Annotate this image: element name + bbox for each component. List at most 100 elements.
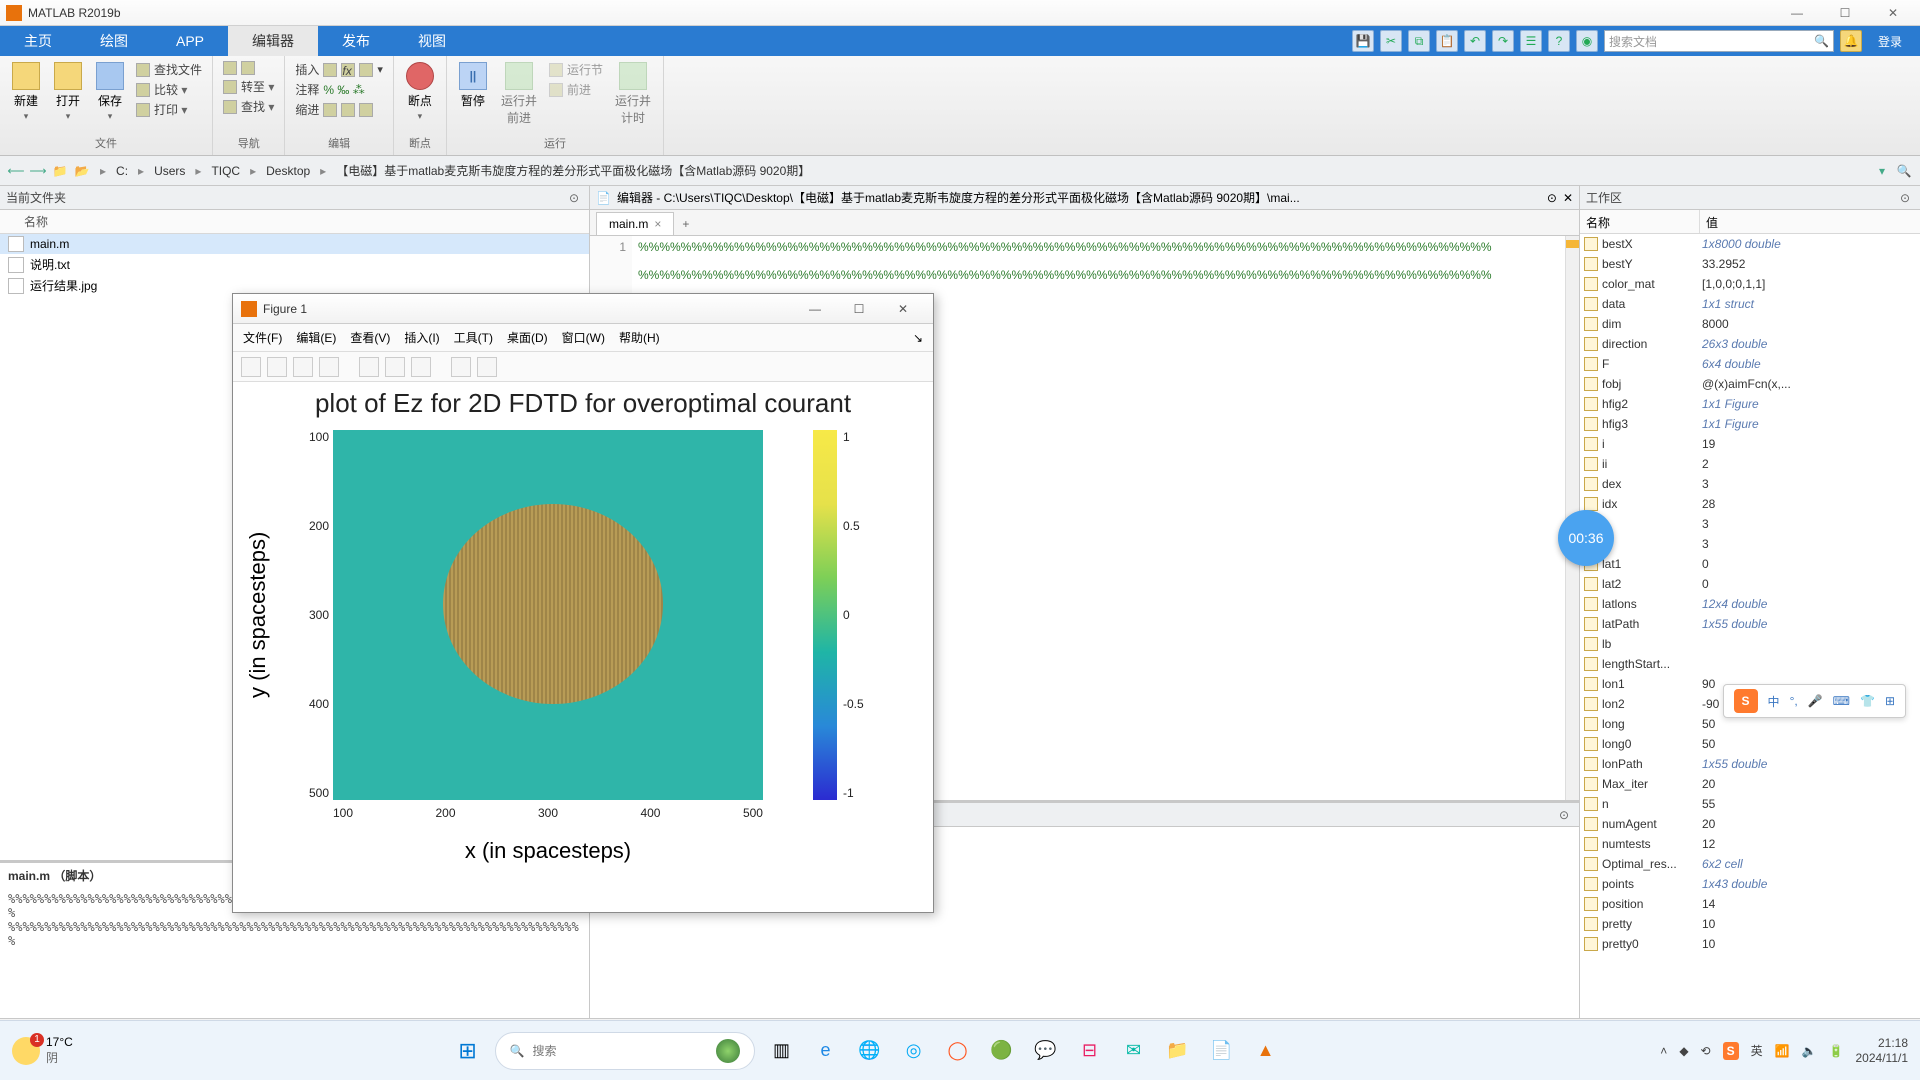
- ime-toolbar[interactable]: S 中 °, 🎤 ⌨ 👕 ⊞: [1723, 684, 1906, 718]
- workspace-row[interactable]: hfig31x1 Figure: [1580, 414, 1920, 434]
- compare-button[interactable]: 比较: [134, 80, 204, 99]
- workspace-row[interactable]: idx28: [1580, 494, 1920, 514]
- workspace-row[interactable]: data1x1 struct: [1580, 294, 1920, 314]
- tab-app[interactable]: APP: [152, 26, 228, 56]
- figure-menu-window[interactable]: 窗口(W): [562, 329, 605, 346]
- run-time-button[interactable]: 运行并 计时: [611, 60, 655, 128]
- workspace-row[interactable]: numtests12: [1580, 834, 1920, 854]
- tab-home[interactable]: 主页: [0, 26, 76, 56]
- figure-menu-insert[interactable]: 插入(I): [404, 329, 439, 346]
- print-button[interactable]: 打印: [134, 100, 204, 119]
- link-icon[interactable]: [385, 357, 405, 377]
- workspace-row[interactable]: position14: [1580, 894, 1920, 914]
- undo-icon[interactable]: ↶: [1464, 30, 1486, 52]
- workspace-row[interactable]: n55: [1580, 794, 1920, 814]
- comment-button[interactable]: 注释 % ‰ ⁂: [293, 80, 385, 99]
- tab-editor[interactable]: 编辑器: [228, 26, 318, 56]
- copy-icon[interactable]: ⧉: [1408, 30, 1430, 52]
- figure-menu-help[interactable]: 帮助(H): [619, 329, 660, 346]
- workspace-row[interactable]: dex3: [1580, 474, 1920, 494]
- tray-battery-icon[interactable]: 🔋: [1829, 1044, 1844, 1058]
- workspace-row[interactable]: long050: [1580, 734, 1920, 754]
- breakpoints-button[interactable]: 断点▾: [402, 60, 438, 124]
- new-fig-icon[interactable]: [241, 357, 261, 377]
- workspace-row[interactable]: bestX1x8000 double: [1580, 234, 1920, 254]
- workspace-row[interactable]: j3: [1580, 514, 1920, 534]
- notification-icon[interactable]: 🔔: [1840, 30, 1862, 52]
- app-icon[interactable]: ⊟: [1073, 1034, 1107, 1068]
- pause-button[interactable]: ||暂停: [455, 60, 491, 111]
- open-fig-icon[interactable]: [267, 357, 287, 377]
- folder-icon[interactable]: 📂: [74, 163, 90, 179]
- save-button[interactable]: 保存▾: [92, 60, 128, 124]
- taskview-icon[interactable]: ▥: [765, 1034, 799, 1068]
- print-fig-icon[interactable]: [319, 357, 339, 377]
- figure-window[interactable]: Figure 1 — ☐ ✕ 文件(F) 编辑(E) 查看(V) 插入(I) 工…: [232, 293, 934, 913]
- find-button[interactable]: 查找: [221, 97, 276, 116]
- cut-icon[interactable]: ✂: [1380, 30, 1402, 52]
- crumb[interactable]: Users: [154, 164, 185, 178]
- tray-sync-icon[interactable]: ⟲: [1701, 1044, 1711, 1058]
- folder-up-icon[interactable]: 📁: [52, 163, 68, 179]
- workspace-row[interactable]: lat20: [1580, 574, 1920, 594]
- ws-col-value[interactable]: 值: [1700, 210, 1920, 233]
- workspace-row[interactable]: hfig21x1 Figure: [1580, 394, 1920, 414]
- open-button[interactable]: 打开▾: [50, 60, 86, 124]
- ws-col-name[interactable]: 名称: [1580, 210, 1700, 233]
- tab-add-button[interactable]: +: [674, 213, 697, 235]
- tab-publish[interactable]: 发布: [318, 26, 394, 56]
- save-icon[interactable]: 💾: [1352, 30, 1374, 52]
- goto-button[interactable]: 转至: [221, 77, 276, 96]
- insert-colorbar-icon[interactable]: [411, 357, 431, 377]
- browser-icon[interactable]: ◎: [897, 1034, 931, 1068]
- new-button[interactable]: 新建▾: [8, 60, 44, 124]
- notepad-icon[interactable]: 📄: [1205, 1034, 1239, 1068]
- taskbar-weather[interactable]: 17°C阴: [12, 1035, 73, 1066]
- tray-volume-icon[interactable]: 🔈: [1802, 1044, 1817, 1058]
- tab-plot[interactable]: 绘图: [76, 26, 152, 56]
- crumb[interactable]: Desktop: [266, 164, 310, 178]
- workspace-row[interactable]: F6x4 double: [1580, 354, 1920, 374]
- start-button[interactable]: ⊞: [451, 1034, 485, 1068]
- edge-icon[interactable]: 🌐: [853, 1034, 887, 1068]
- favorites-icon[interactable]: ☰: [1520, 30, 1542, 52]
- ime-keyboard-icon[interactable]: ⌨: [1833, 694, 1850, 708]
- insert-button[interactable]: 插入 fx ▾: [293, 60, 385, 79]
- workspace-row[interactable]: lb: [1580, 634, 1920, 654]
- community-icon[interactable]: ◉: [1576, 30, 1598, 52]
- minimize-button[interactable]: —: [1782, 6, 1812, 20]
- panel-menu-icon[interactable]: ⊙: [1555, 808, 1573, 822]
- matlab-taskbar-icon[interactable]: ▲: [1249, 1034, 1283, 1068]
- run-section-button[interactable]: 运行节: [547, 60, 605, 79]
- workspace-row[interactable]: Optimal_res...6x2 cell: [1580, 854, 1920, 874]
- workspace-row[interactable]: lat10: [1580, 554, 1920, 574]
- ime-punct-icon[interactable]: °,: [1790, 694, 1798, 708]
- col-name[interactable]: 名称: [24, 213, 48, 230]
- workspace-row[interactable]: pretty10: [1580, 914, 1920, 934]
- figure-menu-desktop[interactable]: 桌面(D): [507, 329, 548, 346]
- figure-maximize-button[interactable]: ☐: [837, 302, 881, 316]
- run-advance-button[interactable]: 运行并 前进: [497, 60, 541, 128]
- advance-button[interactable]: 前进: [547, 80, 605, 99]
- login-button[interactable]: 登录: [1868, 33, 1912, 50]
- figure-menu-tools[interactable]: 工具(T): [454, 329, 493, 346]
- wechat-icon[interactable]: 💬: [1029, 1034, 1063, 1068]
- save-fig-icon[interactable]: [293, 357, 313, 377]
- tray-chevron-icon[interactable]: ˄: [1660, 1044, 1667, 1058]
- properties-icon[interactable]: [477, 357, 497, 377]
- pointer-icon[interactable]: [451, 357, 471, 377]
- figure-menu-file[interactable]: 文件(F): [243, 329, 282, 346]
- workspace-row[interactable]: direction26x3 double: [1580, 334, 1920, 354]
- explorer-icon[interactable]: 📁: [1161, 1034, 1195, 1068]
- findfiles-button[interactable]: 查找文件: [134, 60, 204, 79]
- workspace-row[interactable]: ii2: [1580, 454, 1920, 474]
- workspace-row[interactable]: color_mat[1,0,0;0,1,1]: [1580, 274, 1920, 294]
- search-docs-input[interactable]: 搜索文档 🔍: [1604, 30, 1834, 52]
- help-icon[interactable]: ?: [1548, 30, 1570, 52]
- figure-dock-icon[interactable]: ↘: [913, 331, 923, 345]
- tab-view[interactable]: 视图: [394, 26, 470, 56]
- paste-icon[interactable]: 📋: [1436, 30, 1458, 52]
- nav-fwd-icon[interactable]: ⟶: [30, 163, 46, 179]
- redo-icon[interactable]: ↷: [1492, 30, 1514, 52]
- taskbar-search[interactable]: 🔍搜索: [495, 1032, 755, 1070]
